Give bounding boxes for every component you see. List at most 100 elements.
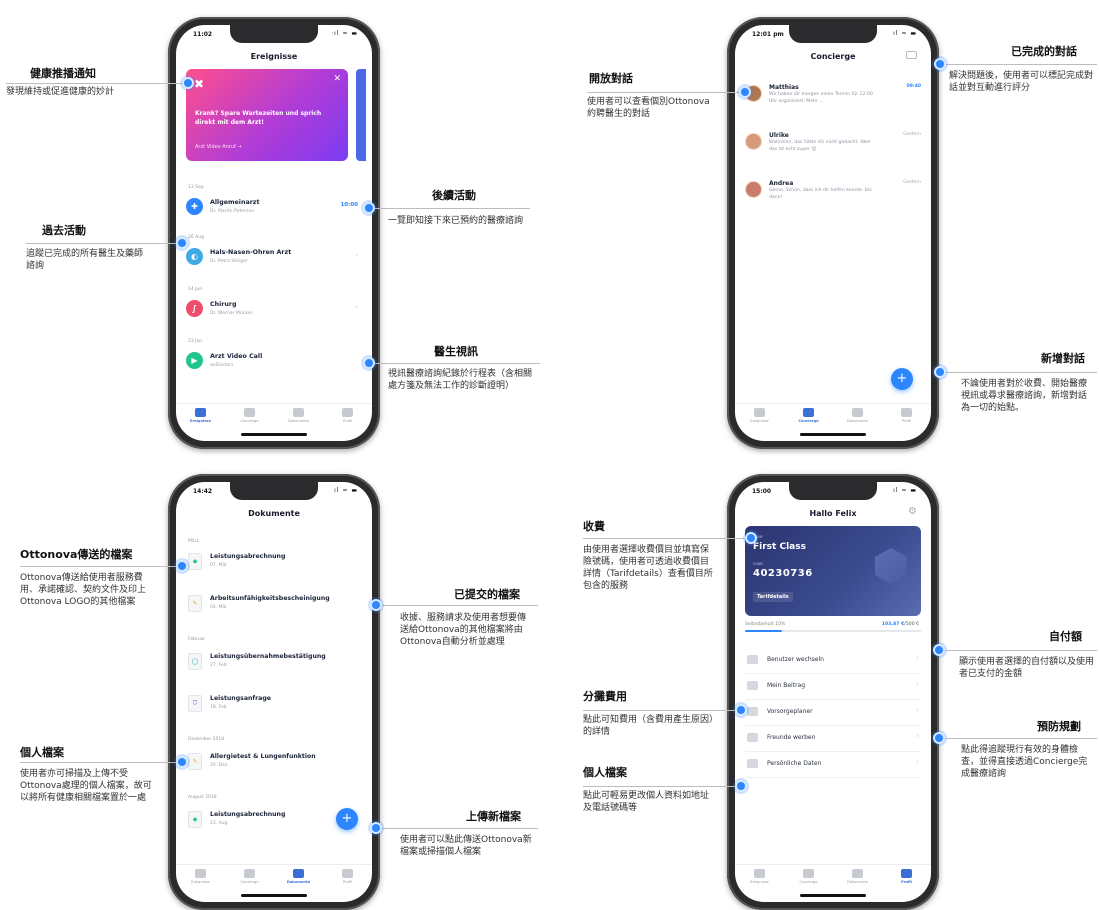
tab-profile[interactable]: Profil [328,408,368,423]
deductible-value: 103,87 €/500 € [881,622,919,627]
tab-concierge[interactable]: Concierge [230,408,270,423]
chat-icon [803,869,814,878]
person-icon [901,408,912,417]
close-icon[interactable]: ✕ [333,74,341,84]
event-row[interactable]: ∫ Chirurg Dr. Werner Mückel › [186,297,362,327]
menu-item-refer-friends[interactable]: Freunde werben › [745,726,921,752]
event-row[interactable]: ✚ Allgemeinarzt Dr. Martin Peterson 10:0… [186,195,362,225]
document-date: 04. Mär [210,605,228,610]
event-row[interactable]: ◐ Hals-Nasen-Ohren Arzt Dr. Petra Steige… [186,245,362,275]
note-text: 一覽即知接下來已預約的醫療諮詢 [388,216,524,226]
hotspot [735,704,747,716]
menu-item-contribution[interactable]: Mein Beitrag › [745,674,921,700]
document-title: Leistungsübernahmebestätigung [210,653,326,660]
event-doctor: Dr. Werner Mückel [210,311,252,316]
tab-events[interactable]: Ereignisse [740,408,780,423]
person-icon [342,408,353,417]
event-title: Hals-Nasen-Ohren Arzt [210,249,292,256]
hotspot [176,237,188,249]
tab-profile[interactable]: Profil [887,869,927,884]
chevron-right-icon: › [916,680,919,688]
note-title: 個人檔案 [20,746,64,759]
chat-row[interactable]: Ulrike Wahnsinn, das hätte ich nicht ged… [745,131,923,175]
document-row[interactable]: ✎ Allergietest & Lungenfunktion 20. Dez [186,751,362,779]
archive-icon[interactable] [906,51,917,59]
note-text: 追蹤已完成的所有醫生及藥師諮詢 [26,249,144,271]
tab-events[interactable]: Ereignisse [740,869,780,884]
tab-profile[interactable]: Profil [887,408,927,423]
hotspot [370,822,382,834]
deductible-progress [745,630,921,632]
note-title: 醫生視訊 [434,345,478,358]
tab-concierge[interactable]: Concierge [230,869,270,884]
document-date: 27. Feb [210,663,227,668]
phone-screen: 14:42 ıl ≈ ▬ Dokumente März ◆ Leistungsa… [176,482,372,902]
document-row[interactable]: ◯ Leistungsübernahmebestätigung 27. Feb [186,651,362,679]
note-line [587,92,743,93]
note-line [941,738,1097,739]
note-title: 過去活動 [42,224,86,237]
chat-icon [244,869,255,878]
tab-documents[interactable]: Dokumente [279,869,319,884]
panel-concierge: 12:01 pm ıl ≈ ▬ Concierge Matthias Wir h… [549,0,1099,455]
tarif-details-button[interactable]: Tarifdetails [753,592,793,602]
tab-documents[interactable]: Dokumente [838,408,878,423]
note-text: 解決問題後，使用者可以標記完成對話並對互動進行評分 [949,71,1094,93]
note-text: 點此可知費用（含費用產生原因）的詳情 [583,715,714,737]
status-time: 12:01 pm [752,31,784,38]
menu-item-switch-user[interactable]: Benutzer wechseln › [745,648,921,674]
document-row[interactable]: ◆ Leistungsabrechnung 07. Mär [186,551,362,579]
chat-time: Gestern [903,132,921,137]
promo-card-next[interactable] [356,69,366,161]
event-title: Arzt Video Call [210,353,263,360]
folder-icon [293,869,304,878]
home-indicator [241,894,307,897]
note-line [941,650,1097,651]
event-title: Allgemeinarzt [210,199,260,206]
note-title: 上傳新檔案 [466,810,521,823]
chat-row[interactable]: Matthias Wir haben dir morgen einen Term… [745,83,923,127]
hotspot [176,560,188,572]
upload-button[interactable]: + [336,808,358,830]
menu-item-prevention[interactable]: Vorsorgeplaner › [745,700,921,726]
document-row[interactable]: ⛉ Leistungsanfrage 18. Feb [186,693,362,721]
document-row[interactable]: ◆ Leistungsabrechnung 23. Aug [186,809,362,837]
screen-title: Ereignisse [250,52,298,61]
heart-icon [747,707,758,716]
menu-item-personal-data[interactable]: Persönliche Daten › [745,752,921,778]
promo-card[interactable]: ✖ ✕ Krank? Spare Wartezeiten und sprich … [186,69,348,161]
tab-events[interactable]: Ereignisse [181,408,221,423]
phone-frame: 15:00 ıl ≈ ▬ Hallo Felix ⚙ TARIF First C… [727,474,939,910]
document-icon: ◆ [188,553,202,570]
note-text: 發現維持或促進健康的妙計 [6,87,115,97]
new-chat-button[interactable]: + [891,368,913,390]
notch [789,25,877,43]
chevron-right-icon: › [355,251,358,259]
insurance-card: TARIF First Class VSNR 40230736 Tarifdet… [745,526,921,616]
tab-concierge[interactable]: Concierge [789,869,829,884]
document-row[interactable]: ✎ Arbeitsunfähigkeitsbescheinigung 04. M… [186,593,362,621]
document-date: 07. Mär [210,563,228,568]
tab-concierge[interactable]: Concierge [789,408,829,423]
hotspot [934,58,946,70]
promo-link[interactable]: Arzt Video Anruf → [195,144,242,150]
hotspot [933,644,945,656]
note-title: 收費 [583,520,605,533]
note-text: Ottonova傳送給使用者服務費用、承諾確認、契約文件及印上Ottonova … [20,573,147,607]
tab-documents[interactable]: Dokumente [838,869,878,884]
tab-documents[interactable]: Dokumente [279,408,319,423]
chevron-right-icon: › [916,654,919,662]
document-title: Arbeitsunfähigkeitsbescheinigung [210,595,330,602]
gear-icon[interactable]: ⚙ [908,506,917,517]
status-icons: ıl ≈ ▬ [893,30,917,37]
folder-icon [852,869,863,878]
document-icon: ✎ [188,753,202,770]
screen-title: Concierge [810,52,856,61]
tab-events[interactable]: Ereignisse [181,869,221,884]
event-row[interactable]: ▶ Arzt Video Call eeDoctors [186,349,362,379]
chat-row[interactable]: Andrea Gerne. Schön, dass ich dir helfen… [745,179,923,223]
folder-icon [293,408,304,417]
event-doctor: Dr. Petra Steiger [210,259,248,264]
status-time: 14:42 [193,488,213,495]
tab-profile[interactable]: Profil [328,869,368,884]
